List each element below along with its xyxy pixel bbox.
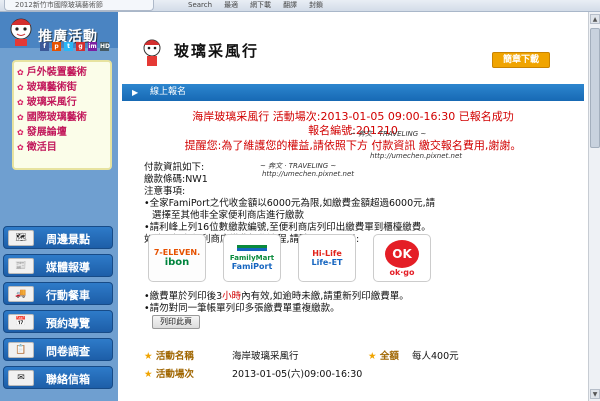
link-item[interactable]: 發展論壇 — [17, 125, 107, 140]
store-name: 7-ELEVEN. — [153, 248, 201, 257]
browser-tab[interactable]: 2012新竹市國際玻璃藝術節 — [4, 0, 154, 11]
payment-heading: 付款資訊如下: — [144, 162, 205, 173]
toolbar-item[interactable]: 網下載 — [250, 0, 271, 11]
mascot-icon — [10, 18, 32, 46]
page-banner: 玻璃采風行 簡章下載 — [118, 12, 588, 80]
scroll-thumb[interactable] — [590, 28, 600, 148]
hd-icon[interactable]: HD — [100, 42, 110, 51]
watermark: ~ 奔文 · TRAVELING ~ — [350, 130, 427, 138]
toolbar-item[interactable]: 翻譯 — [283, 0, 297, 11]
note-line: 選擇至其他非全家便利商店進行繳款 — [152, 210, 305, 221]
menu-survey[interactable]: 📋 問卷調查 — [3, 338, 113, 361]
menu-label: 聯絡信箱 — [46, 373, 90, 386]
detail-value: 海岸玻璃采風行 — [232, 351, 299, 362]
mascot-icon — [143, 39, 161, 66]
payment-notes: •繳費單於列印後3小時內有效,如逾時未繳,請重新列印繳費單。 •請勿對同一筆帳單… — [144, 291, 409, 315]
store-name: Hi-Life — [312, 249, 342, 258]
vertical-scrollbar[interactable]: ▲ ▼ — [588, 12, 600, 401]
sidebar: 推廣活動 f p t g im HD 戶外裝置藝術 玻璃藝術街 玻璃采風行 國際… — [0, 12, 118, 401]
menu-guided-tour[interactable]: 📅 預約導覽 — [3, 310, 113, 333]
ok-badge: OK — [385, 239, 419, 268]
notes-heading: 注意事項: — [144, 186, 186, 197]
store-711-logo[interactable]: 7-ELEVEN. ibon — [148, 234, 206, 282]
detail-value: 每人400元 — [412, 351, 459, 362]
link-item[interactable]: 戶外裝置藝術 — [17, 65, 107, 80]
note-line: •全家FamiPort之代收金額以6000元為限,如繳費金額超過6000元,請 — [144, 198, 436, 209]
menu-media-reports[interactable]: 📰 媒體報導 — [3, 254, 113, 277]
detail-key: 活動名稱 — [144, 350, 194, 364]
toolbar-item[interactable]: 封鎖 — [309, 0, 323, 11]
im-icon[interactable]: im — [88, 42, 97, 51]
detail-key: 全額 — [368, 350, 399, 364]
download-brochure-button[interactable]: 簡章下載 — [492, 52, 550, 68]
note-validity: •繳費單於列印後3小時內有效,如逾時未繳,請重新列印繳費單。 — [144, 291, 409, 303]
section-label: 線上報名 — [150, 87, 187, 97]
menu-label: 行動餐車 — [46, 289, 90, 302]
newspaper-icon: 📰 — [8, 258, 34, 274]
link-item[interactable]: 玻璃藝術街 — [17, 80, 107, 95]
detail-key: 活動場次 — [144, 368, 194, 382]
store-service: ibon — [164, 257, 190, 268]
watermark-url: http://umechen.pixnet.net — [370, 152, 462, 160]
browser-toolbar: Search 最適 網下載 翻譯 封鎖 — [188, 0, 323, 11]
map-icon: 🗺 — [8, 230, 34, 246]
section-header: ▶ 線上報名 — [122, 84, 584, 101]
menu-nearby-attractions[interactable]: 🗺 周邊景點 — [3, 226, 113, 249]
arrow-right-icon: ▶ — [132, 88, 139, 97]
note-text: 內有效,如逾時未繳,請重新列印繳費單。 — [241, 291, 409, 302]
mail-icon: ✉ — [8, 370, 34, 386]
detail-value: 2013-01-05(六)09:00-16:30 — [232, 369, 363, 380]
truck-icon: 🚚 — [8, 286, 34, 302]
result-line: 海岸玻璃采風行 活動場次:2013-01-05 09:00-16:30 已報名成… — [192, 110, 514, 123]
activity-links: 戶外裝置藝術 玻璃藝術街 玻璃采風行 國際玻璃藝術 發展論壇 徵活目 — [12, 60, 112, 170]
survey-icon: 📋 — [8, 342, 34, 358]
store-name: FamilyMart — [229, 254, 275, 262]
store-service: FamiPort — [231, 262, 273, 271]
page-title: 玻璃采風行 — [174, 42, 260, 60]
menu-label: 周邊景點 — [46, 233, 90, 246]
browser-chrome: 2012新竹市國際玻璃藝術節 Search 最適 網下載 翻譯 封鎖 — [0, 0, 600, 12]
store-service: Life-ET — [311, 258, 343, 267]
payment-code: 繳款條碼:NW1 — [144, 174, 208, 185]
store-service: ok·go — [389, 267, 415, 277]
social-icons: f p t g im HD — [40, 42, 110, 51]
toolbar-item[interactable]: 最適 — [224, 0, 238, 11]
note-text: •繳費單於列印後3 — [144, 291, 223, 302]
link-item[interactable]: 玻璃采風行 — [17, 95, 107, 110]
twitter-icon[interactable]: t — [64, 42, 73, 51]
payment-reminder: 提醒您:為了維護您的權益,請依照下方 付款資訊 繳交報名費用,謝謝。 — [184, 139, 522, 152]
google-icon[interactable]: g — [76, 42, 85, 51]
toolbar-search[interactable]: Search — [188, 0, 212, 11]
side-menu: 🗺 周邊景點 📰 媒體報導 🚚 行動餐車 📅 預約導覽 📋 問卷調查 ✉ 聯絡信… — [3, 226, 113, 394]
scroll-up-icon[interactable]: ▲ — [590, 14, 600, 24]
print-page-button[interactable]: 列印此頁 — [152, 315, 200, 329]
facebook-icon[interactable]: f — [40, 42, 49, 51]
calendar-icon: 📅 — [8, 314, 34, 330]
menu-label: 問卷調查 — [46, 345, 90, 358]
menu-food-truck[interactable]: 🚚 行動餐車 — [3, 282, 113, 305]
store-logos: 7-ELEVEN. ibon FamilyMart FamiPort Hi-Li… — [148, 234, 431, 282]
note-line: •請利峰上列16位數繳款編號,至便利商店列印出繳費單到櫃檯繳費。 — [144, 222, 431, 233]
menu-label: 媒體報導 — [46, 261, 90, 274]
menu-label: 預約導覽 — [46, 317, 90, 330]
store-hilife-logo[interactable]: Hi-Life Life-ET — [298, 234, 356, 282]
link-item[interactable]: 徵活目 — [17, 140, 107, 155]
main-content: 玻璃采風行 簡章下載 ▶ 線上報名 海岸玻璃采風行 活動場次:2013-01-0… — [118, 12, 588, 401]
note-duplicate: •請勿對同一筆帳單列印多張繳費單重複繳款。 — [144, 303, 340, 314]
store-ok-logo[interactable]: OK ok·go — [373, 234, 431, 282]
link-item[interactable]: 國際玻璃藝術 — [17, 110, 107, 125]
menu-contact[interactable]: ✉ 聯絡信箱 — [3, 366, 113, 389]
familymart-stripe — [237, 245, 267, 251]
note-highlight: 小時 — [222, 291, 242, 302]
promo-header: 推廣活動 f p t g im HD — [0, 12, 118, 51]
scroll-down-icon[interactable]: ▼ — [590, 389, 600, 399]
plurk-icon[interactable]: p — [52, 42, 61, 51]
store-familymart-logo[interactable]: FamilyMart FamiPort — [223, 234, 281, 282]
